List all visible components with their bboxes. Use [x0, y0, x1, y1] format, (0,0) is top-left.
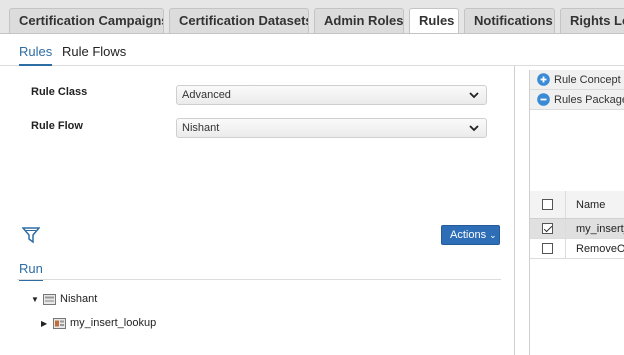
table-row[interactable]: my_insert_	[530, 219, 624, 239]
rule-flow-label: Rule Flow	[31, 120, 83, 132]
tab-notifications[interactable]: Notifications	[464, 8, 555, 34]
subtab-rule-flows[interactable]: Rule Flows	[62, 44, 126, 64]
tree-node-my-insert-lookup[interactable]: ▶ my_insert_lookup	[41, 317, 156, 329]
rules-package-button[interactable]: Rules Package	[530, 90, 624, 110]
table-row[interactable]: RemoveOv	[530, 239, 624, 259]
rule-icon	[53, 317, 66, 329]
sub-tab-bar: Rules Rule Flows	[0, 34, 624, 66]
filter-icon[interactable]	[22, 226, 40, 244]
rule-flow-value: Nishant	[182, 122, 220, 134]
tab-certification-datasets[interactable]: Certification Datasets	[169, 8, 309, 34]
rules-grid: Name my_insert_ RemoveOv	[530, 191, 624, 259]
name-column-header[interactable]: Name	[566, 199, 605, 211]
tree-node-label: Nishant	[60, 293, 98, 305]
row-name: RemoveOv	[576, 242, 624, 255]
rule-concept-button[interactable]: Rule Concept	[530, 70, 624, 90]
top-tab-bar: Certification Campaigns Certification Da…	[0, 0, 624, 35]
row-checkbox[interactable]	[542, 243, 553, 254]
rule-class-select[interactable]: Advanced	[176, 85, 487, 105]
rule-concept-label: Rule Concept	[554, 73, 621, 86]
subtab-rules[interactable]: Rules	[19, 44, 53, 66]
row-checkbox-cell	[530, 219, 566, 238]
chevron-down-icon	[469, 125, 479, 132]
minus-circle-icon	[537, 93, 550, 106]
row-checkbox[interactable]	[542, 223, 553, 234]
run-tab-divider	[17, 279, 501, 280]
tab-certification-campaigns[interactable]: Certification Campaigns	[9, 8, 164, 34]
tab-run[interactable]: Run	[19, 261, 43, 281]
tree-node-nishant[interactable]: ▼ Nishant	[31, 293, 97, 305]
plus-circle-icon	[537, 73, 550, 86]
actions-label: Actions	[450, 229, 487, 241]
expanded-caret-icon[interactable]: ▼	[31, 295, 41, 304]
tab-admin-roles[interactable]: Admin Roles	[314, 8, 404, 34]
chevron-down-icon	[469, 92, 479, 99]
rule-class-label: Rule Class	[31, 86, 88, 98]
panel-divider[interactable]	[514, 66, 515, 355]
tree-node-label: my_insert_lookup	[70, 317, 157, 329]
tab-rights-lookup[interactable]: Rights Lo	[560, 8, 624, 34]
rule-package-panel: Rule Concept Rules Package Name my_inser…	[529, 70, 624, 355]
tab-rules[interactable]: Rules	[409, 8, 459, 35]
rule-flow-icon	[43, 293, 56, 305]
rule-class-value: Advanced	[182, 89, 231, 101]
chevron-down-icon: ⌄	[489, 230, 497, 240]
rule-flow-select[interactable]: Nishant	[176, 118, 487, 138]
rules-panel: Rules Rule Flows Rule Class Advanced Rul…	[0, 33, 624, 355]
row-name: my_insert_	[576, 222, 624, 235]
grid-header: Name	[530, 191, 624, 219]
rules-package-label: Rules Package	[554, 93, 624, 106]
row-checkbox-cell	[530, 239, 566, 258]
select-all-cell	[530, 191, 566, 218]
collapsed-caret-icon[interactable]: ▶	[41, 319, 51, 328]
actions-button[interactable]: Actions ⌄	[441, 225, 500, 245]
select-all-checkbox[interactable]	[542, 199, 553, 210]
